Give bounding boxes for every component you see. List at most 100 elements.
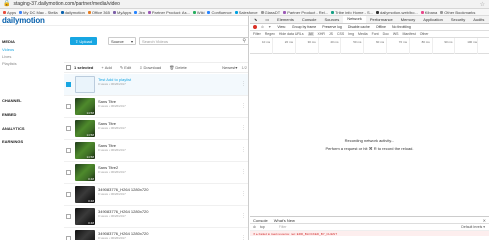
preserve-log-checkbox[interactable]: Preserve log [322, 25, 342, 29]
filter-other[interactable]: Other [420, 32, 429, 36]
row-checkbox[interactable] [66, 192, 71, 197]
row-checkbox[interactable] [66, 104, 71, 109]
bookmark-item[interactable]: dailymotion-web/bo... [375, 10, 418, 15]
more-options-icon[interactable]: ⋮ [241, 235, 246, 240]
video-row[interactable]: 14:58 Sans Titre 0 views • 06/26/2017 ⋮ [64, 118, 248, 140]
bookmark-star-icon[interactable]: ☆ [480, 1, 485, 8]
video-row[interactable]: 0:48349083776_H264 1280x7200 views • 06/… [64, 184, 248, 206]
console-clear-icon[interactable]: ⊘ [253, 225, 256, 229]
sidebar-section-earnings[interactable]: EARNINGS [2, 139, 23, 144]
more-options-icon[interactable]: ⋮ [241, 103, 246, 109]
filter-font[interactable]: Font [372, 32, 379, 36]
video-thumbnail[interactable]: 0:48 [75, 164, 95, 181]
bookmark-item[interactable]: dailymotion [60, 10, 85, 15]
video-row[interactable]: Test Add to playlist 0 views • 06/26/2017… [64, 74, 248, 96]
tab-console[interactable]: Console [253, 218, 268, 223]
video-thumbnail[interactable] [75, 76, 95, 93]
sidebar-section-analytics[interactable]: ANALYTICS [2, 126, 25, 131]
delete-button[interactable]: 🗑 Delete [169, 65, 187, 70]
sort-dropdown[interactable]: Newest ▾ [222, 65, 237, 70]
sidebar-section-media[interactable]: MEDIA [2, 39, 15, 44]
video-row[interactable]: 0:48 Sans Titre2 0 views • 06/26/2017 ⋮ [64, 162, 248, 184]
group-by-frame-checkbox[interactable]: Group by frame [292, 25, 316, 29]
video-thumbnail[interactable]: 14:58 [75, 142, 95, 159]
devtools-device-icon[interactable]: ▭ [261, 16, 273, 23]
select-all-checkbox[interactable] [66, 65, 71, 70]
video-thumbnail[interactable]: 0:48 [75, 230, 95, 240]
sidebar-item-playlists[interactable]: Playlists [2, 61, 17, 66]
clear-icon[interactable]: ⊘ [261, 25, 264, 29]
bookmark-item[interactable]: Kibana [420, 10, 437, 15]
devtools-tab-elements[interactable]: Elements [273, 16, 298, 23]
more-options-icon[interactable]: ⋮ [241, 191, 246, 197]
devtools-tab-performance[interactable]: Performance [366, 16, 397, 23]
bookmark-item[interactable]: Confluence [207, 10, 232, 15]
filter-icon[interactable]: ▼ [268, 25, 271, 29]
sidebar-item-lives[interactable]: Lives [2, 54, 11, 59]
context-selector[interactable]: top [260, 225, 265, 229]
devtools-tab-audits[interactable]: Audits [469, 16, 488, 23]
disable-cache-checkbox[interactable]: Disable cache [348, 25, 370, 29]
edit-button[interactable]: ✎ Edit [120, 65, 131, 70]
filter-media[interactable]: Media [358, 32, 368, 36]
row-checkbox[interactable] [66, 170, 71, 175]
sidebar-section-embed[interactable]: EMBED [2, 112, 16, 117]
devtools-tab-application[interactable]: Application [419, 16, 447, 23]
download-button[interactable]: ⇩ Download [139, 65, 161, 70]
devtools-tab-memory[interactable]: Memory [397, 16, 419, 23]
video-thumbnail[interactable]: 0:48 [75, 208, 95, 225]
more-options-icon[interactable]: ⋮ [241, 213, 246, 219]
row-checkbox[interactable] [66, 214, 71, 219]
filter-xhr[interactable]: XHR [318, 32, 325, 36]
video-row[interactable]: 0:48349083776_H264 1280x7200 views • 06/… [64, 206, 248, 228]
bookmark-item[interactable]: Office 365 [87, 10, 110, 15]
bookmark-item[interactable]: Tribe info Home - S... [331, 10, 373, 15]
video-thumbnail[interactable]: 14:58 [75, 120, 95, 137]
bookmark-item[interactable]: MyApps [112, 10, 131, 15]
row-checkbox[interactable] [66, 126, 71, 131]
levels-dropdown[interactable]: Default levels ▾ [461, 225, 485, 229]
bookmark-item[interactable]: Other Bookmarks [440, 10, 475, 15]
bookmark-item[interactable]: Apps [3, 10, 16, 15]
bookmark-item[interactable]: GlassDT [260, 10, 280, 15]
bookmark-item[interactable]: Partner Product: As... [147, 10, 190, 15]
filter-img[interactable]: Img [348, 32, 354, 36]
browser-address-bar[interactable]: 🔒 staging-37.dailymotion.com/partner/med… [0, 0, 489, 9]
devtools-tab-console[interactable]: Console [298, 16, 321, 23]
devtools-tab-security[interactable]: Security [447, 16, 469, 23]
filter-all[interactable]: All [307, 32, 314, 36]
row-checkbox[interactable] [66, 148, 71, 153]
url-text[interactable]: staging-37.dailymotion.com/partner/media… [13, 1, 119, 7]
pagination[interactable]: 1/2 [241, 65, 247, 70]
more-options-icon[interactable]: ⋮ [241, 81, 246, 87]
filter-manifest[interactable]: Manifest [402, 32, 415, 36]
row-checkbox[interactable] [66, 82, 71, 87]
upload-button[interactable]: ⇧ Upload [70, 37, 97, 45]
filter-regex[interactable]: Regex [265, 32, 275, 36]
devtools-tab-network[interactable]: Network [343, 16, 366, 23]
more-options-icon[interactable]: ⋮ [241, 169, 246, 175]
devtools-inspect-icon[interactable]: ⬊ [250, 16, 261, 23]
video-row[interactable]: 14:58 Sans Titre 0 views • 06/26/2017 ⋮ [64, 96, 248, 118]
bookmark-item[interactable]: Wiki [192, 10, 204, 15]
filter-js[interactable]: JS [329, 32, 333, 36]
row-checkbox[interactable] [66, 236, 71, 240]
filter-doc[interactable]: Doc [383, 32, 389, 36]
close-icon[interactable]: ✕ [483, 218, 486, 223]
source-dropdown[interactable]: Source ▾ [108, 37, 136, 45]
devtools-tab-sources[interactable]: Sources [321, 16, 344, 23]
video-thumbnail[interactable]: 0:48 [75, 186, 95, 203]
sidebar-section-channel[interactable]: CHANNEL [2, 98, 22, 103]
network-timeline-overview[interactable]: 10 ms 20 ms 30 ms 40 ms 50 ms 60 ms 70 ms 80 ms… [250, 38, 489, 54]
record-icon[interactable] [253, 25, 257, 29]
console-error-line[interactable]: ✕ ▸ Failed to load resource: net::ERR_BL… [250, 231, 489, 236]
search-input[interactable]: Search Videos ⚲ [139, 37, 248, 45]
more-options-icon[interactable]: ⋮ [241, 125, 246, 131]
bookmark-item[interactable]: Partner Product - Rel... [283, 10, 328, 15]
bookmark-item[interactable]: Salesforce [234, 10, 258, 15]
filter-ws[interactable]: WS [393, 32, 399, 36]
video-thumbnail[interactable]: 14:58 [75, 98, 95, 115]
dailymotion-logo[interactable]: dailymotion [2, 16, 45, 25]
throttling-dropdown[interactable]: No throttling [392, 25, 411, 29]
more-options-icon[interactable]: ⋮ [241, 147, 246, 153]
